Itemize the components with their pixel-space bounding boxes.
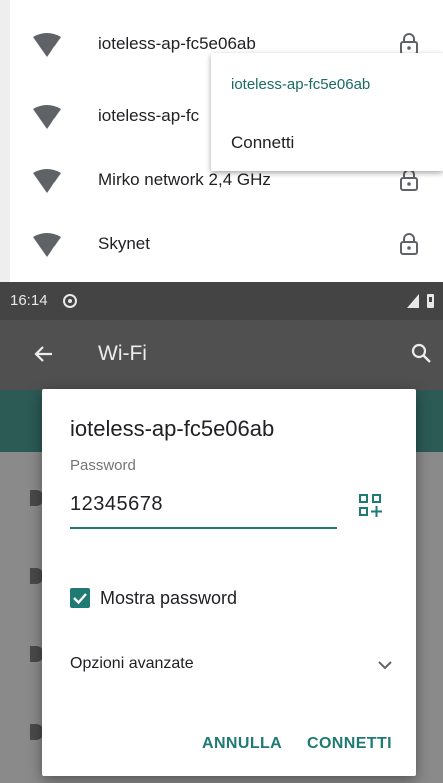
wifi-ssid: Skynet (98, 234, 150, 253)
wifi-ssid: Mirko network 2,4 GHz (98, 170, 271, 189)
cell-signal-icon (407, 294, 434, 308)
search-icon[interactable] (410, 342, 432, 364)
dialog-title: ioteless-ap-fc5e06ab (70, 416, 275, 441)
status-bar: 16:14 (0, 282, 443, 320)
signal-badge: 4 (51, 181, 56, 191)
arrow-back-icon[interactable] (32, 342, 56, 366)
wifi-ssid: ioteless-ap-fc (98, 106, 200, 125)
status-time: 16:14 (10, 292, 48, 309)
context-menu-ssid[interactable]: ioteless-ap-fc5e06ab (231, 76, 370, 93)
context-menu: ioteless-ap-fc5e06ab Connetti (211, 53, 443, 171)
show-password-checkbox[interactable] (70, 588, 90, 608)
wifi-signal-icon: 4 (33, 33, 61, 57)
sync-icon (63, 294, 77, 308)
context-menu-connect[interactable]: Connetti (231, 133, 294, 153)
cancel-button[interactable]: ANNULLA (202, 735, 282, 753)
wifi-network-row[interactable]: 4 Skynet (0, 212, 443, 278)
wifi-list-screen: 4 ioteless-ap-fc5e06ab 4 ioteless-ap-fc … (0, 0, 443, 282)
chevron-down-icon[interactable] (377, 659, 393, 671)
wifi-ssid: ioteless-ap-fc5e06ab (98, 34, 256, 53)
app-bar: Wi-Fi (0, 320, 443, 390)
wifi-signal-icon: 4 (33, 169, 61, 193)
signal-badge: 4 (51, 245, 56, 255)
page-title: Wi-Fi (98, 342, 147, 365)
qr-code-scan-icon[interactable] (358, 493, 382, 517)
lock-icon (400, 233, 418, 255)
wifi-signal-icon: 4 (33, 105, 61, 129)
checkmark-icon (73, 593, 87, 605)
password-input[interactable] (70, 485, 337, 529)
signal-badge: 4 (51, 117, 56, 127)
advanced-options-toggle[interactable]: Opzioni avanzate (70, 655, 194, 673)
connect-button[interactable]: CONNETTI (307, 735, 392, 753)
lock-icon (400, 169, 418, 191)
signal-badge: 4 (51, 45, 56, 55)
show-password-label[interactable]: Mostra password (100, 588, 237, 609)
password-label: Password (70, 457, 136, 474)
wifi-signal-icon: 4 (33, 233, 61, 257)
wifi-password-dialog: ioteless-ap-fc5e06ab Password Mostra pas… (42, 389, 416, 776)
